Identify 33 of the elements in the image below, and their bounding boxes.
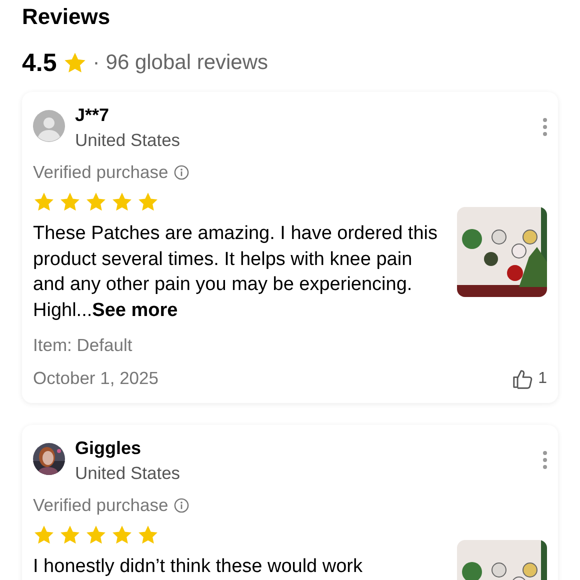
reviewer-name: J**7 [75, 104, 110, 126]
see-more-link[interactable]: See more [92, 300, 178, 320]
thumbs-up-icon[interactable] [512, 368, 534, 388]
star-icon [59, 191, 81, 213]
star-icon [137, 191, 159, 213]
info-icon[interactable] [174, 498, 190, 513]
reviewer-country: United States [75, 129, 182, 152]
like-count: 1 [538, 370, 547, 388]
star-icon [137, 524, 159, 546]
reviewer-country: United States [75, 462, 182, 485]
review-text: I honestly didn’t think these would work [33, 555, 364, 579]
star-icon [111, 524, 133, 546]
star-icon [33, 524, 55, 546]
star-icon [85, 191, 107, 213]
info-icon[interactable] [174, 165, 190, 180]
star-icon [111, 191, 133, 213]
star-icon [33, 191, 55, 213]
star-icon [59, 524, 81, 546]
avatar-icon [33, 110, 65, 142]
item-variant: Item: Default [33, 335, 134, 356]
review-count: 96 global reviews [106, 51, 268, 75]
rating-star-icon [62, 51, 87, 75]
verified-label: Verified purchase [33, 162, 168, 183]
average-rating: 4.5 [22, 48, 57, 78]
review-date: October 1, 2025 [33, 368, 158, 389]
star-icon [85, 524, 107, 546]
more-options-icon[interactable] [543, 451, 547, 469]
separator-dot: · [92, 51, 100, 75]
reviewer-name: Giggles [75, 437, 142, 459]
more-options-icon[interactable] [543, 118, 547, 136]
section-title: Reviews [22, 4, 112, 30]
verified-label: Verified purchase [33, 495, 168, 516]
review-text: These Patches are amazing. I have ordered this product several times. It helps with knee pain and any other pain you may be experiencing. Highl...See more [33, 222, 439, 322]
